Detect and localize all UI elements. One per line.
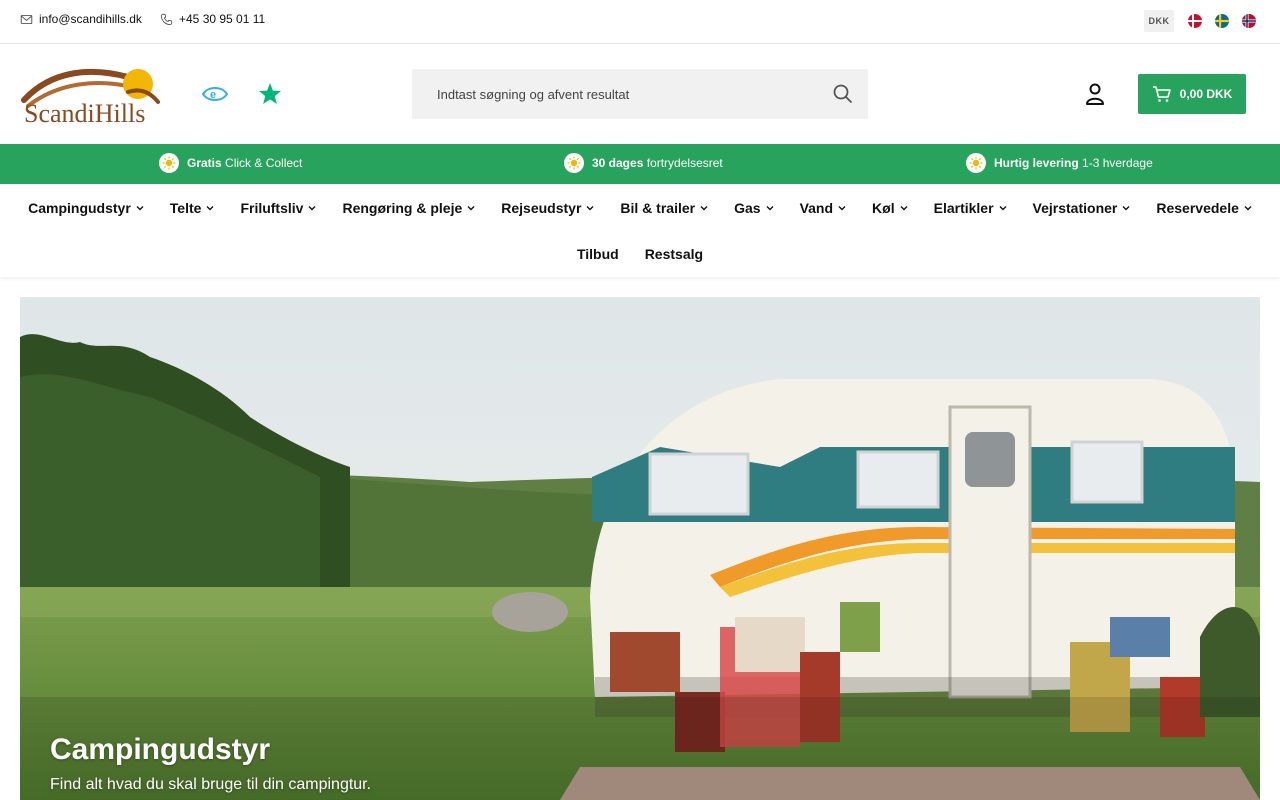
flag-sweden-icon[interactable] (1215, 14, 1229, 28)
phone-text: +45 30 95 01 11 (179, 12, 266, 26)
nav-item-tilbud[interactable]: Tilbud (564, 246, 632, 262)
sun-icon (966, 153, 986, 173)
main-navigation: Campingudstyr Telte Friluftsliv Rengørin… (0, 184, 1280, 277)
phone-link[interactable]: +45 30 95 01 11 (160, 12, 265, 26)
usp-bold: Gratis (187, 156, 222, 170)
nav-item-campingudstyr[interactable]: Campingudstyr (15, 200, 157, 216)
chevron-down-icon (136, 206, 144, 211)
nav-row-primary: Campingudstyr Telte Friluftsliv Rengørin… (0, 200, 1280, 216)
usp-bold: 30 dages (592, 156, 644, 170)
search-bar (412, 69, 868, 119)
chevron-down-icon (999, 206, 1007, 211)
hero-title: Campingudstyr (50, 733, 271, 766)
site-header: ScandiHills e 0,00 DKK (0, 44, 1280, 144)
nav-row-secondary: Tilbud Restsalg (0, 246, 1280, 262)
chevron-down-icon (206, 206, 214, 211)
flag-norway-icon[interactable] (1242, 14, 1256, 28)
usp-item: 30 dages fortrydelsesret (564, 153, 723, 173)
sun-icon (564, 153, 584, 173)
chevron-down-icon (838, 206, 846, 211)
nav-item-rengoring-pleje[interactable]: Rengøring & pleje (329, 200, 488, 216)
site-logo[interactable]: ScandiHills (20, 62, 160, 128)
emaerket-icon[interactable]: e (201, 84, 229, 104)
email-link[interactable]: info@scandihills.dk (20, 12, 142, 26)
cart-total: 0,00 DKK (1179, 87, 1233, 101)
nav-item-vand[interactable]: Vand (787, 200, 859, 216)
usp-bold: Hurtig levering (994, 156, 1079, 170)
usp-text: Click & Collect (225, 156, 303, 170)
usp-item: Hurtig levering 1-3 hverdage (966, 153, 1153, 173)
search-input[interactable] (412, 69, 812, 119)
phone-icon (160, 13, 173, 25)
nav-item-reservedele[interactable]: Reservedele (1143, 200, 1265, 216)
usp-bar: Gratis Click & Collect 30 dages fortryde… (0, 144, 1280, 184)
nav-item-friluftsliv[interactable]: Friluftsliv (227, 200, 329, 216)
hero-camping-image (20, 297, 1260, 800)
sun-icon (159, 153, 179, 173)
trustpilot-star-icon[interactable] (258, 82, 282, 106)
svg-text:e: e (210, 89, 216, 101)
account-icon[interactable] (1084, 82, 1106, 106)
usp-item: Gratis Click & Collect (159, 153, 302, 173)
chevron-down-icon (700, 206, 708, 211)
nav-item-elartikler[interactable]: Elartikler (921, 200, 1020, 216)
nav-item-kol[interactable]: Køl (859, 200, 921, 216)
chevron-down-icon (766, 206, 774, 211)
mail-icon (20, 14, 33, 24)
nav-item-gas[interactable]: Gas (721, 200, 786, 216)
chevron-down-icon (1244, 206, 1252, 211)
currency-selector[interactable]: DKK (1144, 10, 1174, 32)
usp-text: fortrydelsesret (646, 156, 723, 170)
chevron-down-icon (586, 206, 594, 211)
flag-denmark-icon[interactable] (1188, 14, 1202, 28)
top-bar: info@scandihills.dk +45 30 95 01 11 DKK (0, 0, 1280, 44)
hero-subtitle: Find alt hvad du skal bruge til din camp… (50, 776, 372, 793)
chevron-down-icon (467, 206, 475, 211)
nav-item-rejseudstyr[interactable]: Rejseudstyr (488, 200, 607, 216)
scandihills-logo-icon: ScandiHills (21, 68, 160, 128)
chevron-down-icon (900, 206, 908, 211)
chevron-down-icon (1122, 206, 1130, 211)
nav-item-telte[interactable]: Telte (157, 200, 228, 216)
hero-banner[interactable]: Campingudstyr Find alt hvad du skal brug… (20, 297, 1260, 800)
cart-button[interactable]: 0,00 DKK (1138, 74, 1246, 114)
cart-icon (1152, 86, 1171, 102)
search-icon[interactable] (832, 83, 854, 105)
email-text: info@scandihills.dk (39, 12, 142, 26)
usp-text: 1-3 hverdage (1082, 156, 1153, 170)
nav-item-bil-trailer[interactable]: Bil & trailer (607, 200, 721, 216)
nav-item-vejrstationer[interactable]: Vejrstationer (1020, 200, 1144, 216)
nav-item-restsalg[interactable]: Restsalg (632, 246, 716, 262)
logo-wordmark: ScandiHills (24, 99, 145, 126)
chevron-down-icon (308, 206, 316, 211)
